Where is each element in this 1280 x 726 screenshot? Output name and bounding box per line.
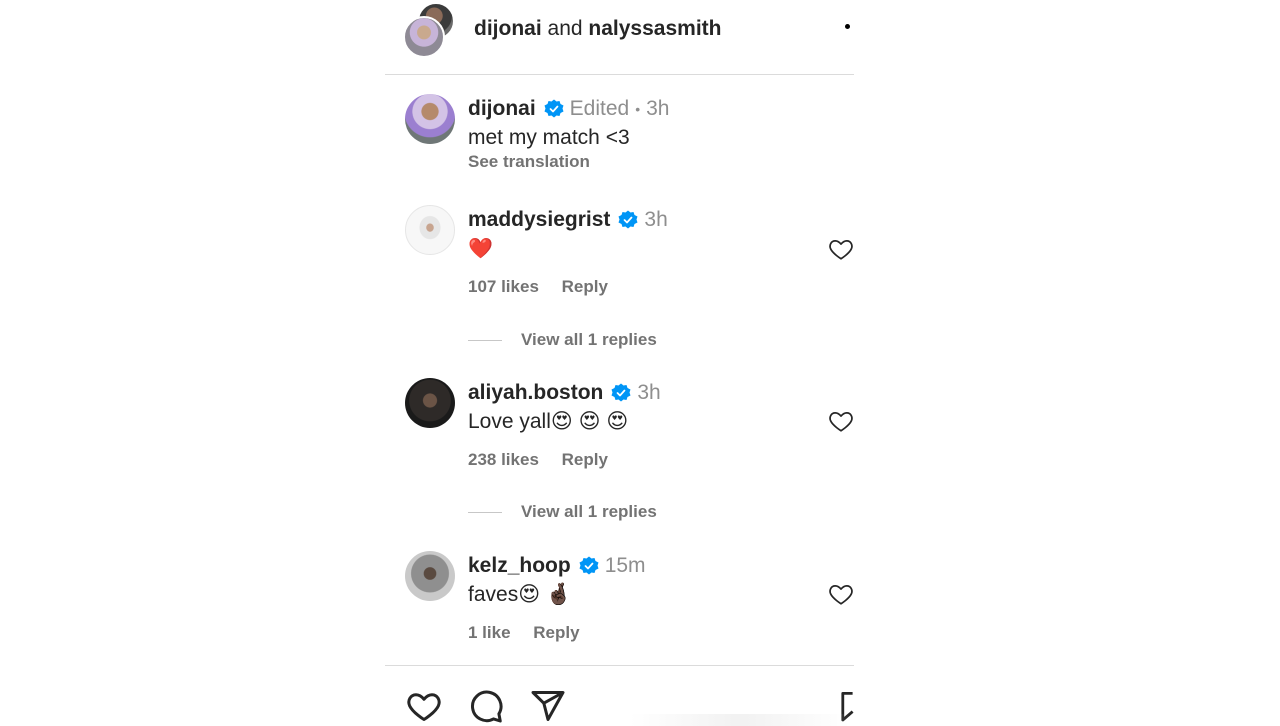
scroll-shadow xyxy=(630,714,850,726)
verified-badge-icon xyxy=(544,99,564,118)
like-heart-icon[interactable] xyxy=(828,408,854,434)
likes-count[interactable]: 107 likes xyxy=(468,277,539,296)
caption-username[interactable]: dijonai xyxy=(468,94,536,124)
comment-username[interactable]: kelz_hoop xyxy=(468,551,571,581)
avatar[interactable] xyxy=(405,94,455,144)
like-heart-icon[interactable] xyxy=(828,581,854,607)
comments-panel: dijonai and nalyssasmith dijonai Edited … xyxy=(385,0,854,726)
more-options-icon[interactable] xyxy=(845,24,850,29)
comment-text: faves😍 🤞🏿 xyxy=(468,583,573,606)
reply-button[interactable]: Reply xyxy=(562,450,608,469)
replies-divider xyxy=(468,339,502,341)
comment-bubble-icon[interactable] xyxy=(467,688,505,724)
comment-time[interactable]: 3h xyxy=(637,378,660,408)
avatar[interactable] xyxy=(405,205,455,255)
avatar-dijonai[interactable] xyxy=(403,16,445,58)
meta-separator: • xyxy=(635,101,641,117)
comment-time[interactable]: 15m xyxy=(605,551,646,581)
comment-item: maddysiegrist 3h ❤️ 107 likes Reply xyxy=(385,205,854,305)
author-connector: and xyxy=(547,17,583,40)
collab-avatars[interactable] xyxy=(403,2,457,58)
likes-count[interactable]: 1 like xyxy=(468,623,511,642)
edited-label: Edited xyxy=(569,97,630,120)
post-header: dijonai and nalyssasmith xyxy=(385,0,854,75)
comment-actions: 1 like Reply xyxy=(468,623,598,643)
avatar[interactable] xyxy=(405,378,455,428)
comment-text: ❤️ xyxy=(468,238,493,260)
avatar[interactable] xyxy=(405,551,455,601)
like-post-heart-icon[interactable] xyxy=(405,688,443,724)
comment-username[interactable]: aliyah.boston xyxy=(468,378,603,408)
likes-count[interactable]: 238 likes xyxy=(468,450,539,469)
view-replies-button[interactable]: View all 1 replies xyxy=(468,502,657,522)
actions-divider xyxy=(385,665,854,666)
author-link-nalyssasmith[interactable]: nalyssasmith xyxy=(588,17,721,40)
view-replies-label: View all 1 replies xyxy=(521,502,657,521)
comment-item: kelz_hoop 15m faves😍 🤞🏿 1 like Reply xyxy=(385,551,854,651)
post-authors: dijonai and nalyssasmith xyxy=(474,16,721,42)
comment-item: aliyah.boston 3h Love yall😍 😍 😍 238 like… xyxy=(385,378,854,478)
verified-badge-icon xyxy=(611,383,631,402)
verified-badge-icon xyxy=(618,210,638,229)
view-replies-label: View all 1 replies xyxy=(521,330,657,349)
reply-button[interactable]: Reply xyxy=(533,623,579,642)
comment-actions: 107 likes Reply xyxy=(468,277,626,297)
replies-divider xyxy=(468,511,502,513)
verified-badge-icon xyxy=(579,556,599,575)
comment-actions: 238 likes Reply xyxy=(468,450,626,470)
author-link-dijonai[interactable]: dijonai xyxy=(474,17,542,40)
reply-button[interactable]: Reply xyxy=(562,277,608,296)
see-translation-link[interactable]: See translation xyxy=(468,152,828,172)
like-heart-icon[interactable] xyxy=(828,236,854,262)
share-send-icon[interactable] xyxy=(529,688,567,724)
comment-text: Love yall😍 😍 😍 xyxy=(468,410,629,433)
comment-username[interactable]: maddysiegrist xyxy=(468,205,610,235)
caption-text: met my match <3 xyxy=(468,126,630,149)
caption-time[interactable]: 3h xyxy=(646,94,669,124)
view-replies-button[interactable]: View all 1 replies xyxy=(468,330,657,350)
comment-time[interactable]: 3h xyxy=(644,205,667,235)
